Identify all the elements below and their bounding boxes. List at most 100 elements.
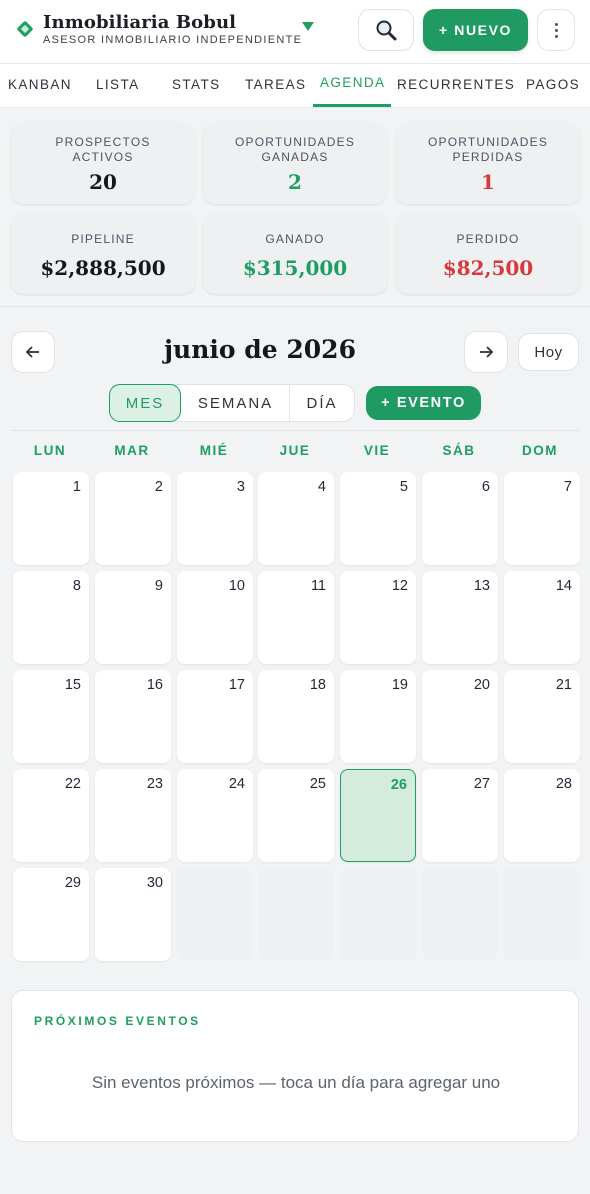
- calendar-day-number: 5: [399, 479, 408, 495]
- calendar-day-number: 27: [473, 776, 490, 792]
- calendar-day[interactable]: 3: [177, 472, 253, 565]
- logo-icon: [16, 20, 34, 38]
- tab-bar: KANBAN LISTA STATS TAREAS AGENDA RECURRE…: [0, 64, 590, 108]
- stat-card-perdidas: OPORTUNIDADES PERDIDAS 1: [396, 122, 580, 204]
- tab-pagos[interactable]: PAGOS: [526, 77, 580, 92]
- next-month-button[interactable]: [464, 331, 508, 373]
- calendar-day-number: 30: [146, 875, 163, 891]
- stat-label: GANADO: [265, 232, 325, 246]
- tab-agenda[interactable]: AGENDA: [320, 75, 385, 90]
- stat-card-pipeline: PIPELINE $2,888,500: [11, 213, 195, 294]
- calendar-day[interactable]: 14: [504, 571, 580, 664]
- view-day-button[interactable]: DÍA: [290, 385, 354, 421]
- search-button[interactable]: [358, 9, 414, 51]
- calendar-day[interactable]: 9: [95, 571, 171, 664]
- new-button[interactable]: + NUEVO: [423, 9, 528, 51]
- weekday-label: LUN: [33, 443, 67, 458]
- calendar-day-number: 16: [146, 677, 163, 693]
- calendar-day[interactable]: 13: [422, 571, 498, 664]
- calendar-day[interactable]: 27: [422, 769, 498, 862]
- calendar-day-number: 23: [146, 776, 163, 792]
- calendar-day-today[interactable]: 26: [340, 769, 416, 862]
- upcoming-empty-message: Sin eventos próximos — toca un día para …: [91, 1073, 501, 1092]
- calendar-day[interactable]: 10: [177, 571, 253, 664]
- brand-name[interactable]: Inmobiliaria Bobul: [43, 12, 236, 33]
- section-divider: [0, 306, 590, 307]
- calendar-day[interactable]: 24: [177, 769, 253, 862]
- stat-card-perdido: PERDIDO $82,500: [396, 213, 580, 294]
- calendar-day[interactable]: 11: [258, 571, 334, 664]
- calendar-day-number: 24: [228, 776, 245, 792]
- calendar-day[interactable]: 12: [340, 571, 416, 664]
- view-month-button[interactable]: MES: [109, 384, 181, 422]
- app-header: Inmobiliaria Bobul ASESOR INMOBILIARIO I…: [0, 0, 590, 64]
- tab-recurrentes[interactable]: RECURRENTES: [397, 77, 515, 92]
- calendar-day-number: 21: [555, 677, 572, 693]
- calendar-day-number: 4: [317, 479, 326, 495]
- calendar-day[interactable]: 28: [504, 769, 580, 862]
- calendar-day-number: 3: [236, 479, 245, 495]
- view-switcher: MES SEMANA DÍA: [109, 384, 355, 422]
- calendar-day[interactable]: 25: [258, 769, 334, 862]
- calendar-day[interactable]: 22: [13, 769, 89, 862]
- calendar-day[interactable]: 18: [258, 670, 334, 763]
- chevron-down-icon[interactable]: [302, 22, 314, 31]
- calendar-day[interactable]: 20: [422, 670, 498, 763]
- calendar-day-number: 7: [563, 479, 572, 495]
- calendar-day[interactable]: 8: [13, 571, 89, 664]
- calendar-day-number: 26: [390, 777, 407, 793]
- calendar-day-number: 17: [228, 677, 245, 693]
- calendar-day[interactable]: 29: [13, 868, 89, 961]
- view-week-button[interactable]: SEMANA: [182, 385, 289, 421]
- weekday-label: JUE: [279, 443, 311, 458]
- calendar-day[interactable]: 23: [95, 769, 171, 862]
- today-button[interactable]: Hoy: [518, 333, 579, 371]
- tab-kanban[interactable]: KANBAN: [8, 77, 72, 92]
- calendar-day-number: 15: [64, 677, 81, 693]
- calendar-day[interactable]: 15: [13, 670, 89, 763]
- calendar-day-number: 12: [391, 578, 408, 594]
- calendar-empty-cell: [504, 868, 580, 961]
- calendar-day[interactable]: 16: [95, 670, 171, 763]
- arrow-left-icon: [25, 346, 39, 358]
- stat-label: PROSPECTOS ACTIVOS: [55, 135, 151, 164]
- calendar-day[interactable]: 2: [95, 472, 171, 565]
- calendar-day-number: 18: [309, 677, 326, 693]
- tab-lista[interactable]: LISTA: [96, 77, 140, 92]
- calendar-day-number: 1: [72, 479, 81, 495]
- tab-stats[interactable]: STATS: [172, 77, 221, 92]
- stat-value: 20: [89, 170, 117, 194]
- calendar-day[interactable]: 30: [95, 868, 171, 961]
- prev-month-button[interactable]: [11, 331, 55, 373]
- calendar-empty-cell: [340, 868, 416, 961]
- active-tab-indicator: [313, 104, 391, 107]
- tab-tareas[interactable]: TAREAS: [245, 77, 306, 92]
- calendar-day-number: 29: [64, 875, 81, 891]
- more-vertical-icon: [554, 22, 558, 38]
- calendar-empty-cell: [258, 868, 334, 961]
- calendar-day-number: 19: [391, 677, 408, 693]
- calendar-day[interactable]: 21: [504, 670, 580, 763]
- weekday-label: DOM: [522, 443, 558, 458]
- stat-card-ganado: GANADO $315,000: [203, 213, 387, 294]
- stat-label: OPORTUNIDADES GANADAS: [234, 135, 356, 164]
- upcoming-events-title: PRÓXIMOS EVENTOS: [34, 1014, 201, 1028]
- calendar-day[interactable]: 5: [340, 472, 416, 565]
- brand-subtitle: ASESOR INMOBILIARIO INDEPENDIENTE: [43, 34, 303, 46]
- stat-card-prospectos: PROSPECTOS ACTIVOS 20: [11, 122, 195, 204]
- calendar-empty-cell: [177, 868, 253, 961]
- stat-value: $2,888,500: [40, 256, 166, 280]
- add-event-button[interactable]: + EVENTO: [366, 386, 481, 420]
- calendar-day[interactable]: 7: [504, 472, 580, 565]
- more-menu-button[interactable]: [537, 9, 575, 51]
- calendar-day-number: 10: [228, 578, 245, 594]
- calendar-day[interactable]: 6: [422, 472, 498, 565]
- calendar-day[interactable]: 1: [13, 472, 89, 565]
- calendar-day-number: 6: [481, 479, 490, 495]
- calendar-day-number: 20: [473, 677, 490, 693]
- calendar-day[interactable]: 4: [258, 472, 334, 565]
- calendar-day[interactable]: 19: [340, 670, 416, 763]
- month-title: junio de 2026: [164, 335, 356, 364]
- calendar-day[interactable]: 17: [177, 670, 253, 763]
- calendar-day-number: 22: [64, 776, 81, 792]
